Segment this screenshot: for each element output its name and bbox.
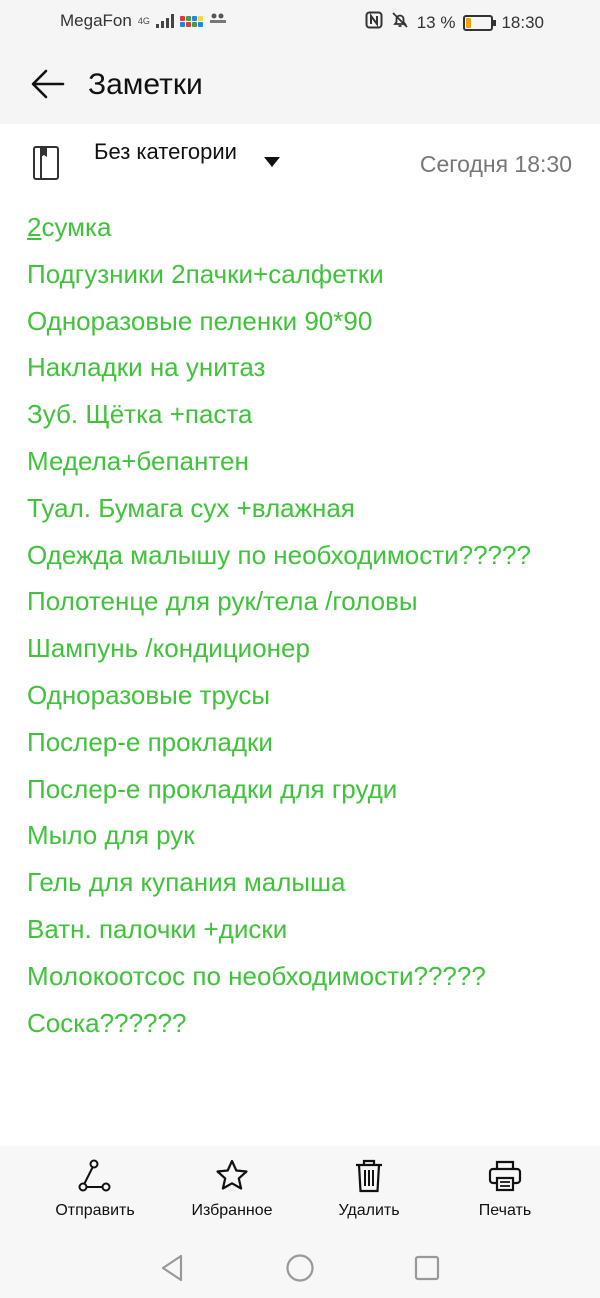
- app-logo-2-icon: [209, 11, 227, 31]
- note-line: Одежда малышу по необходимости?????: [27, 539, 531, 570]
- note-line: Ватн. палочки +диски: [27, 913, 288, 944]
- delete-label: Удалить: [338, 1202, 400, 1219]
- status-bar: MegaFon 4G 13 % 18:30: [0, 0, 600, 44]
- star-icon: [216, 1159, 248, 1190]
- category-selector-label[interactable]: Без категории: [94, 137, 244, 167]
- note-line: Накладки на унитаз: [27, 352, 266, 383]
- network-type: 4G: [137, 15, 150, 26]
- trash-icon: [356, 1159, 382, 1193]
- carrier-name: MegaFon: [60, 11, 132, 30]
- nav-back-icon: [161, 1254, 183, 1282]
- dropdown-arrow-icon[interactable]: [264, 157, 280, 167]
- clock: 18:30: [501, 12, 544, 32]
- share-label: Отправить: [55, 1202, 135, 1219]
- note-line: Туал. Бумага сух +влажная: [27, 492, 355, 523]
- note-line: Послер-е прокладки: [27, 726, 273, 757]
- battery-icon: [463, 14, 497, 31]
- note-line: Соска??????: [27, 1007, 187, 1038]
- note-line: Послер-е прокладки для груди: [27, 773, 398, 804]
- back-arrow-icon: [31, 69, 65, 99]
- share-button[interactable]: Отправить: [35, 1158, 155, 1220]
- note-line: Одноразовые трусы: [27, 679, 271, 710]
- nav-home-icon: [286, 1254, 314, 1282]
- note-line: Зуб. Щётка +паста: [27, 399, 253, 430]
- print-button[interactable]: Печать: [445, 1158, 565, 1220]
- note-line: Одноразовые пеленки 90*90: [27, 305, 373, 336]
- note-date: Сегодня 18:30: [419, 151, 572, 177]
- note-line: Гель для купания малыша: [27, 867, 346, 898]
- notebook-icon: [32, 145, 60, 186]
- favorite-button[interactable]: Избранное: [172, 1158, 292, 1220]
- battery-percent: 13 %: [416, 12, 456, 32]
- favorite-label: Избранное: [191, 1202, 273, 1219]
- bottom-toolbar: Отправить Избранное Удалить Печать: [0, 1146, 600, 1234]
- network-indicator: 4G: [137, 15, 150, 26]
- note-meta: Без категории Сегодня 18:30: [0, 124, 600, 204]
- page-title: Заметки: [88, 68, 203, 101]
- nav-recents-icon: [414, 1255, 440, 1281]
- note-line: 2сумка: [27, 212, 112, 242]
- back-button[interactable]: [28, 66, 68, 102]
- note-line: Молокоотсос по необходимости?????: [27, 960, 486, 991]
- text-cursor-char: 2: [27, 212, 42, 242]
- signal-icon: [155, 14, 174, 28]
- delete-button[interactable]: Удалить: [309, 1158, 429, 1220]
- app-logo-icon: [179, 15, 203, 27]
- nav-home-button[interactable]: [280, 1250, 320, 1286]
- printer-icon: [488, 1160, 522, 1192]
- print-label: Печать: [478, 1202, 532, 1219]
- system-nav-bar: [0, 1234, 600, 1298]
- note-line: Подгузники 2пачки+салфетки: [27, 258, 384, 289]
- nav-recents-button[interactable]: [407, 1250, 447, 1286]
- note-body[interactable]: 2сумка Подгузники 2пачки+салфетки Одноразо…: [27, 204, 587, 1046]
- note-line: Мыло для рук: [27, 820, 195, 851]
- note-line: Медела+бепантен: [27, 445, 249, 476]
- app-bar: Заметки: [0, 44, 600, 124]
- nav-back-button[interactable]: [152, 1250, 192, 1286]
- mute-bell-icon: [391, 11, 409, 34]
- nfc-icon: [365, 11, 383, 34]
- share-icon: [78, 1159, 111, 1192]
- note-line: Полотенце для рук/тела /головы: [27, 586, 418, 617]
- note-line: Шампунь /кондиционер: [27, 633, 310, 664]
